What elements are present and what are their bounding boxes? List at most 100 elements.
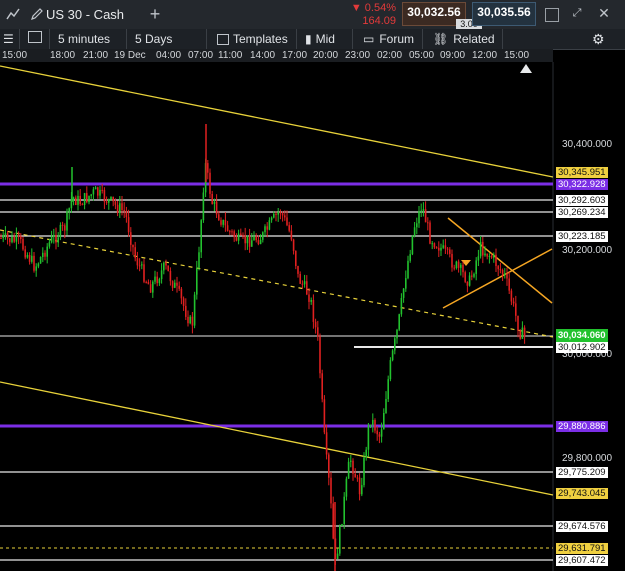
candle-body	[224, 220, 227, 226]
range-select[interactable]: 5 Days	[127, 29, 207, 49]
time-tick: 05:00	[409, 50, 435, 61]
candle-body	[411, 235, 414, 255]
templates-icon	[217, 34, 229, 46]
candle-body	[350, 460, 352, 462]
candle-body	[39, 257, 42, 264]
candle-body	[306, 281, 308, 295]
price-type-select[interactable]: ▮ Mid	[297, 29, 353, 49]
templates-label: Templates	[233, 32, 288, 46]
candle-body	[229, 231, 231, 233]
settings-button[interactable]: ⚙	[580, 29, 625, 49]
candle-body	[259, 239, 262, 245]
candle-body	[495, 254, 497, 266]
candle-body	[339, 526, 341, 554]
forum-button[interactable]: ▭ Forum	[353, 29, 423, 49]
candle-body	[389, 360, 392, 380]
candle-body	[413, 227, 416, 236]
candle-body	[211, 194, 213, 204]
layout-button[interactable]	[20, 29, 50, 49]
candle-body	[427, 222, 429, 224]
candle-body	[264, 226, 266, 233]
candle-body	[497, 266, 499, 270]
candle-body	[295, 250, 297, 266]
time-tick: 21:00	[83, 50, 109, 61]
candle-body	[277, 212, 279, 215]
candle-body	[152, 281, 154, 293]
related-button[interactable]: ⛓ Related	[423, 29, 503, 49]
templates-button[interactable]: Templates	[207, 29, 297, 49]
candle-body	[504, 273, 506, 275]
candle-body	[143, 264, 145, 282]
candle-body	[97, 187, 99, 196]
candle-body	[521, 327, 524, 339]
menu-button[interactable]: ☰	[0, 29, 20, 49]
candle-body	[235, 237, 238, 241]
candle-body	[519, 330, 521, 339]
chart-canvas	[0, 62, 554, 571]
pencil-icon[interactable]	[30, 7, 44, 21]
candle-body	[48, 242, 51, 247]
level-label: 29,880.886	[556, 421, 608, 432]
candle-body	[325, 432, 328, 455]
candle-body	[297, 265, 299, 274]
candle-body	[147, 281, 150, 285]
candle-body	[345, 478, 348, 497]
candle-body	[31, 255, 33, 262]
candle-body	[185, 305, 187, 317]
candle-body	[515, 303, 517, 316]
candle-body	[174, 282, 176, 288]
candle-body	[202, 192, 205, 221]
candle-body	[13, 236, 15, 242]
candle-body	[20, 236, 22, 239]
close-icon[interactable]: ✕	[596, 5, 612, 21]
candle-body	[347, 461, 350, 479]
price-chart[interactable]: 30,400.000 30,200.000 30,000.000 29,800.000…	[0, 62, 625, 571]
instrument-tab[interactable]: US 30 - Cash	[46, 0, 138, 29]
candle-body	[26, 255, 29, 258]
candle-body	[110, 196, 112, 200]
candle-body	[127, 217, 130, 233]
candle-body	[387, 379, 389, 400]
resize-icon[interactable]: ⤢	[570, 6, 584, 20]
candle-body	[512, 301, 515, 304]
candle-body	[490, 256, 493, 258]
candle-body	[156, 276, 158, 284]
candle-body	[493, 254, 495, 258]
candle-body	[455, 261, 458, 269]
chart-icon[interactable]	[6, 7, 20, 21]
interval-select[interactable]: 5 minutes	[50, 29, 127, 49]
candle-body	[369, 424, 372, 426]
candle-body	[374, 420, 376, 431]
candle-body	[119, 203, 121, 213]
level-label: 30,034.060	[556, 329, 608, 343]
candle-body	[488, 256, 491, 257]
candle-body	[438, 247, 440, 251]
candle-body	[262, 232, 264, 240]
candle-body	[372, 420, 374, 425]
buy-button[interactable]: 30,035.56	[472, 2, 536, 26]
level-label: 29,743.045	[556, 488, 608, 499]
candle-body	[405, 278, 407, 289]
candle-body	[158, 279, 161, 284]
candle-body	[196, 268, 198, 295]
candle-body	[160, 270, 163, 280]
candle-body	[486, 253, 488, 257]
window-icon[interactable]	[545, 8, 559, 22]
candle-body	[22, 239, 24, 250]
link-icon: ⛓	[433, 32, 449, 46]
candle-body	[123, 210, 125, 211]
candle-body	[180, 288, 183, 299]
candle-body	[99, 189, 101, 196]
candle-body	[75, 197, 77, 205]
scroll-marker-icon[interactable]	[520, 64, 532, 73]
candle-body	[189, 316, 191, 324]
candle-body	[517, 315, 519, 331]
candle-body	[429, 222, 431, 244]
candle-body	[420, 210, 422, 212]
candle-body	[314, 321, 317, 328]
plus-icon[interactable]: +	[147, 4, 163, 24]
candle-body	[321, 373, 323, 400]
candle-body	[330, 477, 332, 504]
candle-body	[61, 224, 64, 226]
candle-body	[167, 265, 169, 271]
